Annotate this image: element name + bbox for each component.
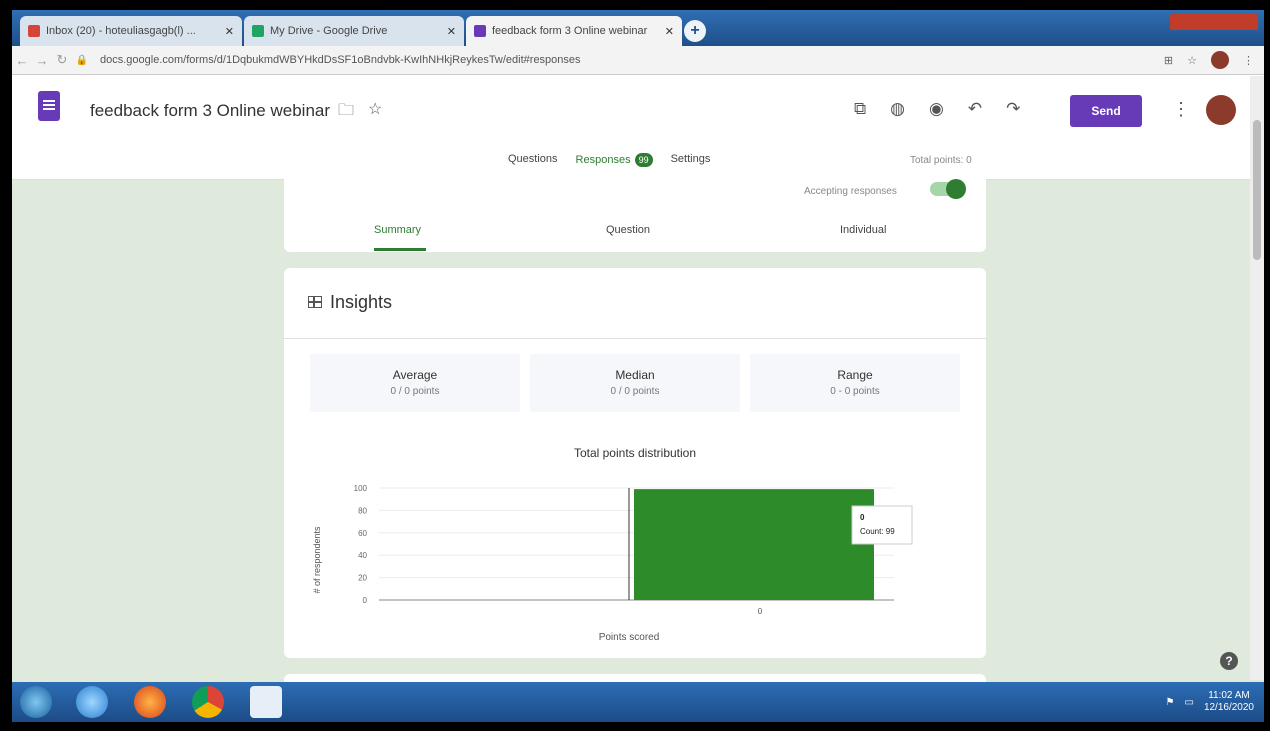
accepting-responses-toggle[interactable] <box>930 179 966 199</box>
tab-title: Inbox (20) - hoteuliasgagb(l) ... <box>46 25 196 37</box>
drive-icon <box>252 25 264 37</box>
chart-title: Total points distribution <box>573 446 697 460</box>
stat-value: 0 / 0 points <box>390 386 440 397</box>
firefox-icon[interactable] <box>134 686 166 718</box>
avatar[interactable] <box>1206 95 1236 125</box>
accepting-responses-label: Accepting responses <box>804 186 897 197</box>
menu-icon[interactable]: ⋮ <box>1243 54 1254 67</box>
subtab-individual[interactable]: Individual <box>840 224 886 236</box>
clock-date: 12/16/2020 <box>1203 702 1254 713</box>
clock[interactable]: 11:02 AM 12/16/2020 <box>1204 690 1254 714</box>
scrollbar[interactable] <box>1250 76 1264 680</box>
taskbar: ⚑ ▭ 11:02 AM 12/16/2020 <box>12 682 1264 722</box>
tab-drive[interactable]: My Drive - Google Drive ✕ <box>244 16 464 46</box>
bookmark-star-icon[interactable]: ☆ <box>1187 54 1197 67</box>
tab-title: My Drive - Google Drive <box>270 25 388 37</box>
preview-eye-icon[interactable]: ◉ <box>929 99 944 119</box>
star-icon[interactable]: ☆ <box>368 99 382 126</box>
back-icon[interactable]: ← <box>12 53 32 68</box>
close-icon[interactable]: ✕ <box>225 25 234 38</box>
x-tick-label: 0 <box>758 607 763 616</box>
stat-label: Median <box>615 368 655 382</box>
stat-label: Average <box>392 368 438 382</box>
y-tick-label: 60 <box>358 529 367 538</box>
responses-subtabs-card: Summary Question Individual <box>284 170 986 252</box>
stat-average: Average 0 / 0 points <box>310 354 520 412</box>
tab-responses-label: Responses <box>575 154 631 166</box>
send-button[interactable]: Send <box>1070 95 1142 127</box>
total-points: Total points: 0 <box>910 155 972 166</box>
insights-title: Insights <box>330 292 393 312</box>
tab-title: feedback form 3 Online webinar <box>492 25 648 37</box>
lock-icon: 🔒 <box>75 54 89 66</box>
y-tick-label: 80 <box>358 506 367 515</box>
y-tick-label: 0 <box>363 596 368 605</box>
stat-range: Range 0 - 0 points <box>750 354 960 412</box>
browser-tab-strip: Inbox (20) - hoteuliasgagb(l) ... ✕ My D… <box>12 10 1264 46</box>
tab-forms[interactable]: feedback form 3 Online webinar ✕ <box>466 16 682 46</box>
addon-icon[interactable]: ⧉ <box>854 99 866 119</box>
folder-icon[interactable]: 🗀 <box>338 99 354 126</box>
explorer-window-icon[interactable] <box>250 686 282 718</box>
tab-gmail[interactable]: Inbox (20) - hoteuliasgagb(l) ... ✕ <box>20 16 242 46</box>
forward-icon[interactable]: → <box>32 53 52 68</box>
new-tab-button[interactable]: + <box>684 20 706 42</box>
form-header: feedback form 3 Online webinar 🗀 ☆ ⧉ ◍ ◉… <box>12 75 1264 180</box>
tooltip-box <box>851 505 913 545</box>
start-button-icon[interactable] <box>20 686 52 718</box>
stat-label: Range <box>837 368 873 382</box>
bar <box>634 489 874 600</box>
chrome-icon[interactable] <box>192 686 224 718</box>
gmail-icon <box>28 25 40 37</box>
y-tick-label: 100 <box>354 484 368 493</box>
tooltip-category: 0 <box>860 513 865 522</box>
undo-icon[interactable]: ↶ <box>968 99 982 119</box>
redo-icon[interactable]: ↷ <box>1006 99 1020 119</box>
reload-icon[interactable]: ↻ <box>52 52 72 68</box>
internet-explorer-icon[interactable] <box>76 686 108 718</box>
insights-card: Insights Average 0 / 0 points Median 0 /… <box>284 268 986 658</box>
address-bar: ← → ↻ 🔒 docs.google.com/forms/d/1Dqbukmd… <box>12 46 1264 75</box>
form-title[interactable]: feedback form 3 Online webinar <box>90 101 330 121</box>
url-field[interactable]: docs.google.com/forms/d/1DqbukmdWBYHkdDs… <box>100 54 1164 66</box>
forms-logo-icon[interactable] <box>38 91 60 121</box>
profile-avatar[interactable] <box>1211 51 1229 69</box>
subtab-question[interactable]: Question <box>606 224 650 236</box>
forms-icon <box>474 25 486 37</box>
close-icon[interactable]: ✕ <box>665 25 674 38</box>
stat-value: 0 - 0 points <box>830 386 880 397</box>
subtab-summary[interactable]: Summary <box>374 224 421 236</box>
window-controls[interactable] <box>1170 14 1258 30</box>
flag-icon[interactable]: ⚑ <box>1166 697 1175 708</box>
y-tick-label: 20 <box>358 574 367 583</box>
divider <box>284 338 986 339</box>
y-tick-label: 40 <box>358 551 367 560</box>
y-axis-label: # of respondents <box>312 526 322 594</box>
active-subtab-indicator <box>374 248 426 251</box>
clock-time: 11:02 AM <box>1208 690 1250 701</box>
stat-median: Median 0 / 0 points <box>530 354 740 412</box>
close-icon[interactable]: ✕ <box>447 25 456 38</box>
network-icon[interactable]: ▭ <box>1184 697 1193 708</box>
extensions-icon[interactable]: ⊞ <box>1164 54 1173 67</box>
help-icon[interactable]: ? <box>1220 652 1238 670</box>
x-axis-label: Points scored <box>599 632 660 643</box>
system-tray: ⚑ ▭ 11:02 AM 12/16/2020 <box>1166 690 1254 714</box>
insights-icon <box>308 296 322 308</box>
points-distribution-chart: # of respondents Points scored 0 20 40 60 80… <box>312 484 913 643</box>
response-count-badge: 99 <box>634 153 653 167</box>
tooltip-count: Count: 99 <box>860 527 895 536</box>
stat-value: 0 / 0 points <box>610 386 660 397</box>
more-options-icon[interactable]: ⋮ <box>1172 99 1190 120</box>
screen: Inbox (20) - hoteuliasgagb(l) ... ✕ My D… <box>12 10 1264 722</box>
palette-icon[interactable]: ◍ <box>890 99 905 119</box>
